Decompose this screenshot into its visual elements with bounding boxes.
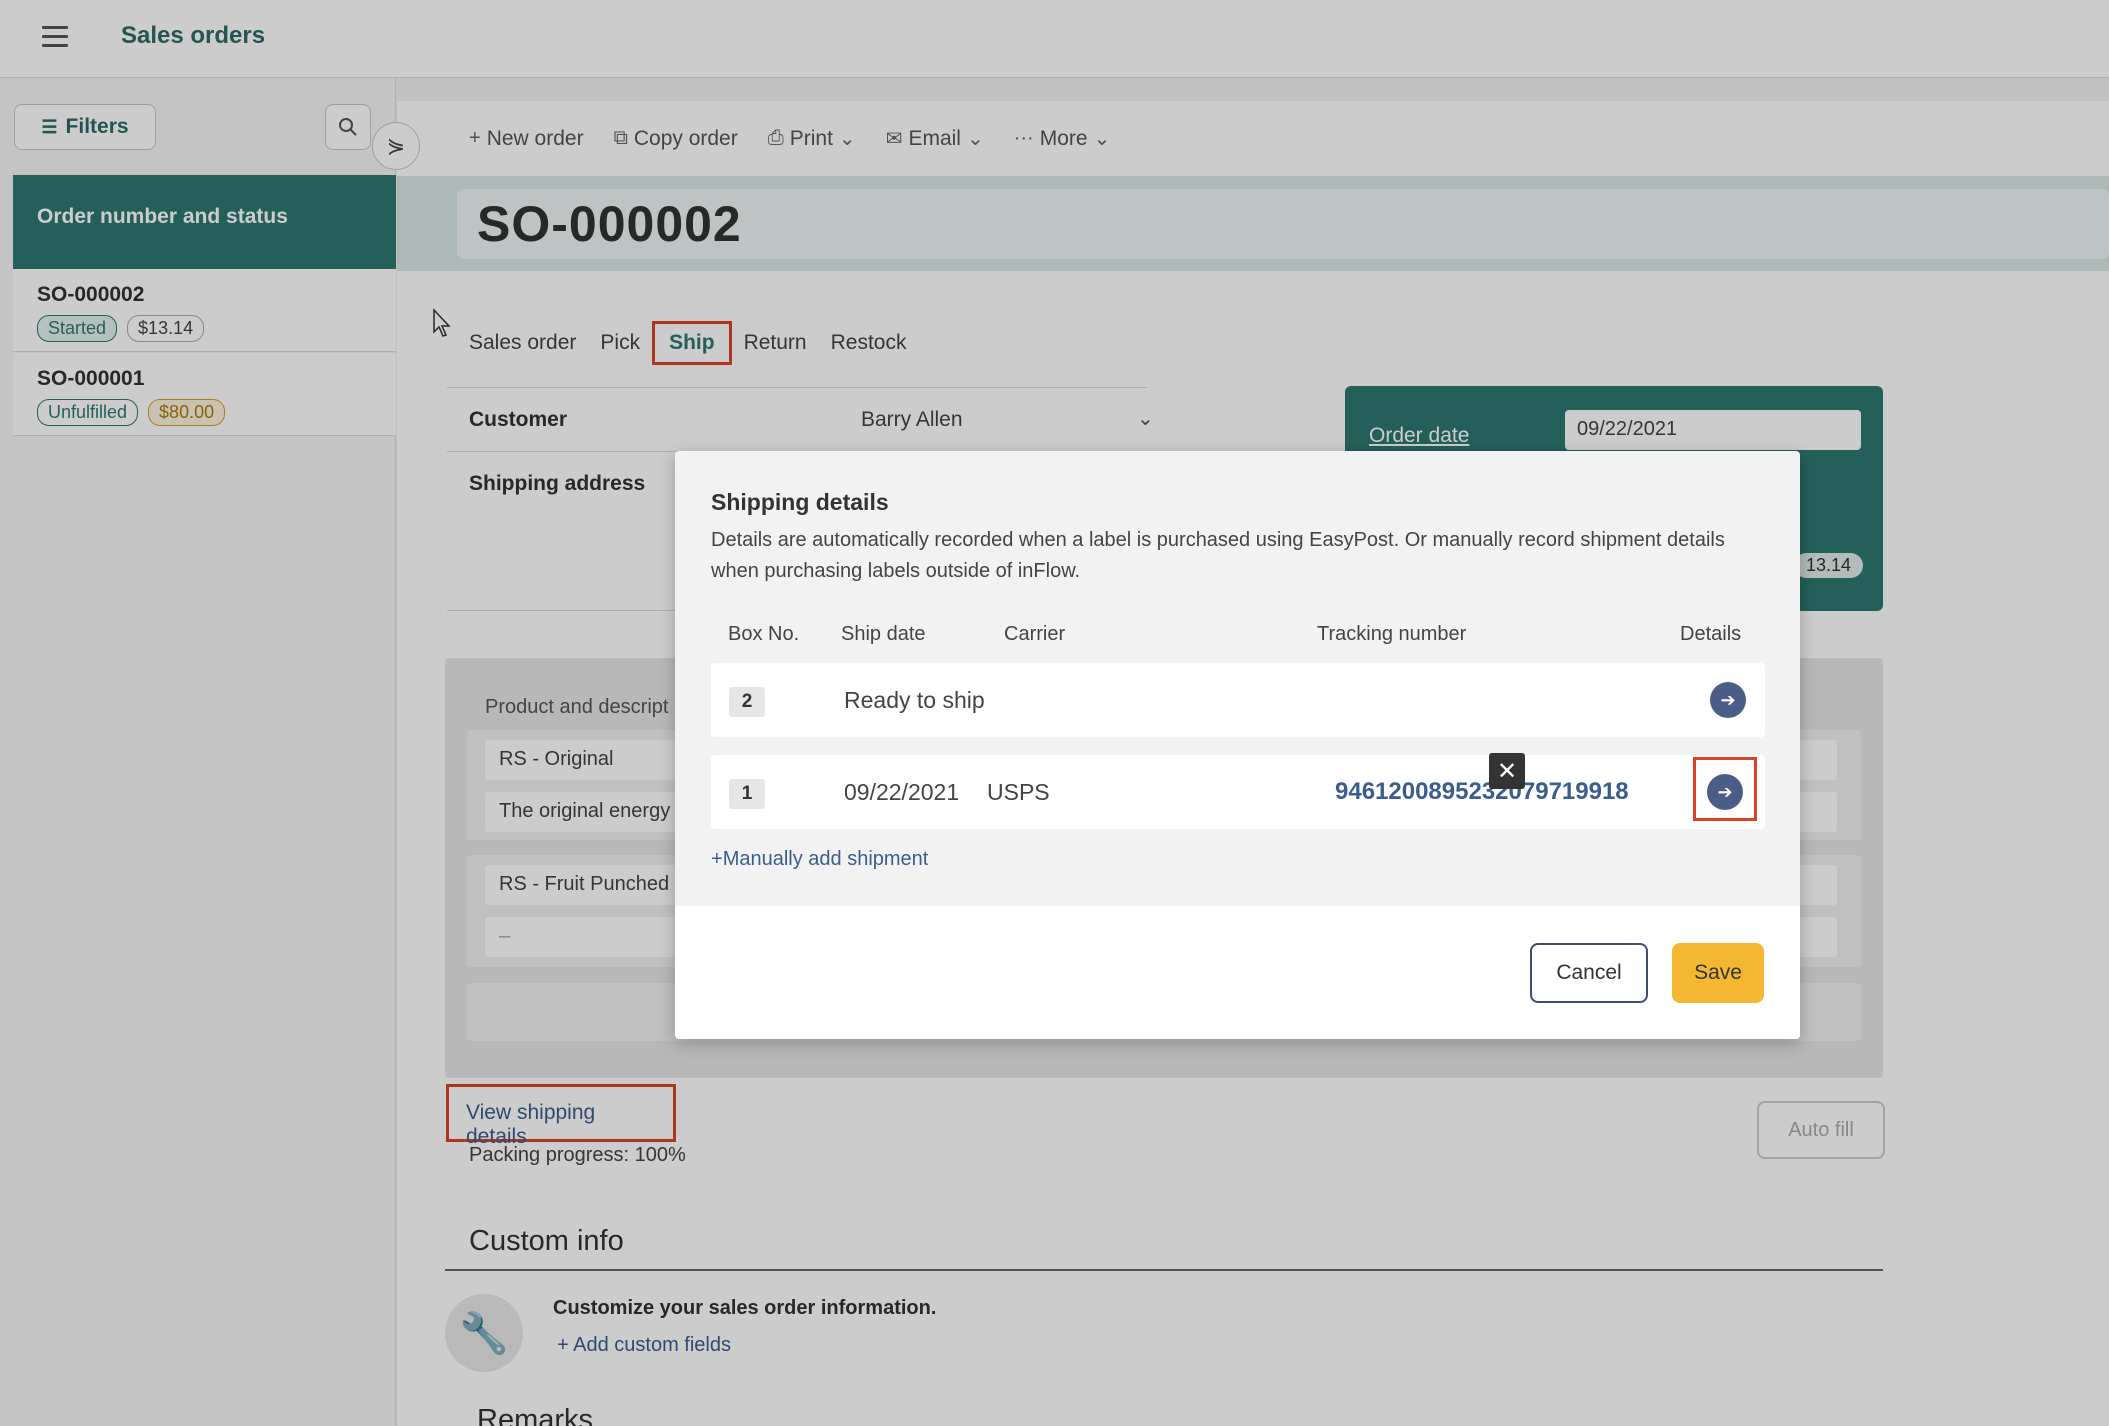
carrier: USPS	[987, 779, 1050, 805]
box-number: 1	[729, 779, 765, 809]
box-number: 2	[729, 687, 765, 717]
arrow-right-icon[interactable]: ➔	[1710, 682, 1746, 718]
column-header-ship-date: Ship date	[841, 623, 926, 645]
shipment-row[interactable]: 1 09/22/2021 USPS 9461200895232079719918…	[711, 755, 1765, 829]
modal-description: Details are automatically recorded when …	[711, 529, 1725, 582]
modal-footer: Cancel Save	[675, 906, 1800, 1039]
manually-add-shipment-label: Manually add shipment	[722, 848, 929, 870]
modal-title: Shipping details	[711, 489, 889, 515]
close-icon[interactable]: ✕	[1489, 753, 1525, 789]
save-button[interactable]: Save	[1672, 943, 1764, 1003]
shipment-row[interactable]: 2 Ready to ship ➔	[711, 663, 1765, 737]
column-header-tracking: Tracking number	[1317, 623, 1467, 645]
arrow-right-icon[interactable]: ➔	[1707, 774, 1743, 810]
shipping-details-modal: Shipping details Details are automatical…	[675, 451, 1800, 1039]
column-header-carrier: Carrier	[1004, 623, 1066, 645]
plus-icon: +	[711, 848, 723, 870]
column-header-details: Details	[1680, 623, 1742, 645]
ship-date: 09/22/2021	[844, 779, 960, 805]
shipment-status: Ready to ship	[844, 687, 985, 713]
tracking-number-link[interactable]: 9461200895232079719918	[1335, 778, 1629, 806]
column-header-box-no: Box No.	[728, 623, 800, 645]
manually-add-shipment-link[interactable]: +Manually add shipment	[711, 848, 928, 871]
cancel-button[interactable]: Cancel	[1530, 943, 1648, 1003]
